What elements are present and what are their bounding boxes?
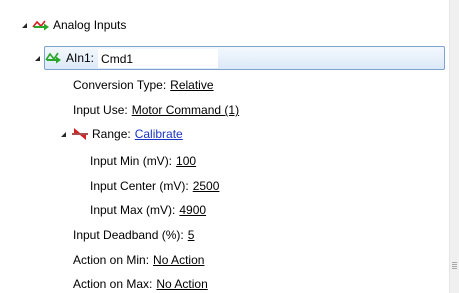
conversion-type-value[interactable]: Relative xyxy=(170,78,213,92)
property-input-center: Input Center (mV): 2500 xyxy=(90,177,219,195)
expanded-triangle-icon[interactable] xyxy=(34,55,41,62)
red-arrows-icon xyxy=(71,127,89,141)
property-action-on-min: Action on Min: No Action xyxy=(73,251,204,269)
scroll-grip-icon[interactable] xyxy=(452,262,457,270)
node-label: AIn1: xyxy=(66,51,95,65)
input-use-value[interactable]: Motor Command (1) xyxy=(132,103,239,117)
tree-node-analog-inputs[interactable]: Analog Inputs xyxy=(21,16,126,34)
property-conversion-type: Conversion Type: Relative xyxy=(73,76,214,94)
property-label: Action on Min: xyxy=(73,253,150,267)
input-max-value[interactable]: 4900 xyxy=(179,203,206,217)
property-input-use: Input Use: Motor Command (1) xyxy=(73,101,239,119)
property-label: Input Use: xyxy=(73,103,128,117)
tree-node-ain1[interactable]: AIn1: Cmd1 xyxy=(34,48,219,68)
vertical-scrollbar[interactable] xyxy=(449,0,459,293)
input-center-value[interactable]: 2500 xyxy=(193,179,220,193)
node-label: Analog Inputs xyxy=(53,18,127,32)
property-label: Action on Max: xyxy=(73,277,153,291)
tree-node-range[interactable]: Range: Calibrate xyxy=(60,125,183,143)
property-label: Input Deadband (%): xyxy=(73,228,184,242)
property-label: Input Min (mV): xyxy=(90,154,173,168)
property-input-max: Input Max (mV): 4900 xyxy=(90,201,206,219)
input-deadband-value[interactable]: 5 xyxy=(188,228,195,242)
name-edit-field[interactable]: Cmd1 xyxy=(98,48,219,68)
input-min-value[interactable]: 100 xyxy=(176,154,196,168)
property-label: Input Center (mV): xyxy=(90,179,189,193)
property-input-deadband: Input Deadband (%): 5 xyxy=(73,226,194,244)
expanded-triangle-icon[interactable] xyxy=(21,22,28,29)
action-on-max-value[interactable]: No Action xyxy=(156,277,207,291)
property-tree[interactable]: Analog Inputs AIn1: Cmd1 Conversion Type… xyxy=(0,0,449,293)
node-label: Range: xyxy=(92,127,131,141)
property-input-min: Input Min (mV): 100 xyxy=(90,152,196,170)
green-arrow-icon xyxy=(45,51,63,65)
green-red-arrows-icon xyxy=(32,18,50,32)
property-label: Conversion Type: xyxy=(73,78,167,92)
property-action-on-max: Action on Max: No Action xyxy=(73,275,208,293)
property-label: Input Max (mV): xyxy=(90,203,176,217)
action-on-min-value[interactable]: No Action xyxy=(153,253,204,267)
expanded-triangle-icon[interactable] xyxy=(60,131,67,138)
calibrate-link[interactable]: Calibrate xyxy=(135,127,183,141)
